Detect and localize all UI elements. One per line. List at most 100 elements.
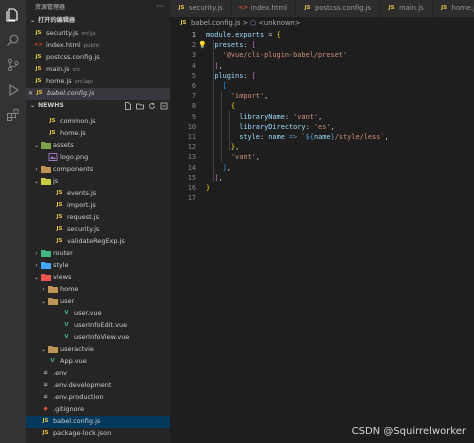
tab-label: security.js xyxy=(189,4,223,12)
folder-router-icon xyxy=(40,249,51,257)
project-header[interactable]: ⌄ NEWHS xyxy=(26,101,170,111)
tab-index-html[interactable]: <> index.html xyxy=(231,0,297,17)
code-editor[interactable]: 1 2 3 4 5 6 7 8 9 10 11 12 13 14 15 16 17 module.exports… xyxy=(170,30,474,443)
tree-item[interactable]: Vuser.vue xyxy=(26,308,170,320)
open-editor-name: index.html xyxy=(46,41,81,49)
tab-postcss-config-js[interactable]: JS postcss.config.js xyxy=(296,0,381,17)
tree-item[interactable]: JS validateRegExp.js xyxy=(26,236,170,248)
chevron-down-icon: ⌄ xyxy=(30,102,36,109)
tree-item-label: package-lock.json xyxy=(53,429,112,437)
tree-item[interactable]: V App.vue xyxy=(26,356,170,368)
line-number: 8 xyxy=(191,102,196,111)
tree-item[interactable]: JS security.js xyxy=(26,224,170,236)
open-editor-item[interactable]: JS main.js src xyxy=(26,64,170,76)
folder-home-icon xyxy=(47,285,58,293)
editor-tab-bar: JS security.js <> index.html JS postcss.con… xyxy=(170,0,474,17)
open-editor-item[interactable]: JS home.js src\api xyxy=(26,76,170,88)
env-file-icon: ≡ xyxy=(43,382,48,388)
tree-folder[interactable]: ⌄ useractvie xyxy=(26,344,170,356)
code-line-3: '@vue/cli-plugin-babel/preset' xyxy=(222,51,348,60)
extensions-icon[interactable] xyxy=(4,106,22,124)
html-file-icon: <> xyxy=(33,42,44,48)
tree-item-label: security.js xyxy=(67,225,100,233)
json-file-icon: JS xyxy=(42,430,49,436)
js-file-icon: JS xyxy=(42,418,49,424)
tree-item-label: import.js xyxy=(67,201,96,209)
tree-item[interactable]: JS import.js xyxy=(26,200,170,212)
tree-item[interactable]: ◆ .gitignore xyxy=(26,404,170,416)
open-editor-item[interactable]: <> index.html public xyxy=(26,40,170,52)
code-line-9: libraryName: 'vant', xyxy=(239,112,323,121)
tab-main-js[interactable]: JS main.js xyxy=(380,0,433,17)
tree-item[interactable]: JS common.js xyxy=(26,116,170,128)
tree-folder[interactable]: › home xyxy=(26,284,170,296)
tree-folder[interactable]: › style xyxy=(26,260,170,272)
collapse-all-icon[interactable] xyxy=(159,101,168,110)
js-file-icon: JS xyxy=(35,54,42,60)
tree-item-label: .env.production xyxy=(53,393,104,401)
tree-item[interactable]: ≡ .env xyxy=(26,368,170,380)
code-line-15: ], xyxy=(214,173,223,182)
git-file-icon: ◆ xyxy=(43,406,48,412)
image-file-icon xyxy=(47,153,58,161)
js-file-icon: JS xyxy=(56,202,63,208)
new-folder-icon[interactable] xyxy=(135,101,144,110)
tree-item[interactable]: JS package-lock.json xyxy=(26,428,170,440)
new-file-icon[interactable] xyxy=(123,101,132,110)
tab-security-js[interactable]: JS security.js xyxy=(170,0,232,17)
chevron-down-icon: ⌄ xyxy=(40,298,47,305)
chevron-down-icon: ⌄ xyxy=(33,178,40,185)
tree-folder[interactable]: › components xyxy=(26,164,170,176)
tree-item-label: userInfoEdit.vue xyxy=(74,321,128,329)
tree-item[interactable]: JS events.js xyxy=(26,188,170,200)
source-control-icon[interactable] xyxy=(4,56,22,74)
tree-item[interactable]: JS request.js xyxy=(26,212,170,224)
open-editor-name: main.js xyxy=(46,65,70,73)
tree-folder[interactable]: ⌄ views xyxy=(26,272,170,284)
env-file-icon: ≡ xyxy=(43,394,48,400)
tree-item[interactable]: JS home.js xyxy=(26,128,170,140)
more-actions-icon[interactable]: ··· xyxy=(156,2,164,12)
tree-folder[interactable]: ⌄ js xyxy=(26,176,170,188)
chevron-down-icon: ⌄ xyxy=(40,346,47,353)
open-editor-item[interactable]: JS postcss.config.js xyxy=(26,52,170,64)
folder-js-icon xyxy=(40,177,51,185)
chevron-right-icon: › xyxy=(35,262,38,269)
folder-assets-icon xyxy=(40,141,51,149)
tab-home-js[interactable]: JShome.js xyxy=(432,0,474,17)
open-editor-path: src\api xyxy=(74,79,93,85)
tree-item-label: user.vue xyxy=(74,309,102,317)
line-number: 11 xyxy=(187,133,196,141)
explorer-icon[interactable] xyxy=(4,6,22,24)
tree-item-label: user xyxy=(60,297,75,305)
refresh-icon[interactable] xyxy=(147,101,156,110)
tree-item-label: router xyxy=(53,249,73,257)
lightbulb-icon[interactable]: 💡 xyxy=(198,40,207,50)
tree-folder[interactable]: ⌄ assets xyxy=(26,140,170,152)
tree-folder[interactable]: ⌄ user xyxy=(26,296,170,308)
open-editors-label: 打开的编辑器 xyxy=(38,17,76,24)
folder-components-icon xyxy=(40,165,51,173)
open-editor-item[interactable]: JS security.js src\js xyxy=(26,28,170,40)
tree-item-label: assets xyxy=(53,141,74,149)
tree-item[interactable]: VuserInfoEdit.vue xyxy=(26,320,170,332)
breadcrumb-symbol[interactable]: <unknown> xyxy=(258,19,300,27)
js-file-icon: JS xyxy=(49,118,56,124)
tree-item[interactable]: ≡ .env.production xyxy=(26,392,170,404)
tree-item[interactable]: ≡ .env.development xyxy=(26,380,170,392)
chevron-down-icon: ⌄ xyxy=(33,274,40,281)
tree-item[interactable]: logo.png xyxy=(26,152,170,164)
run-debug-icon[interactable] xyxy=(4,81,22,99)
tree-item-active[interactable]: JS babel.config.js xyxy=(26,416,170,428)
search-icon[interactable] xyxy=(4,31,22,49)
tab-label: home.js xyxy=(451,4,474,12)
open-editors-header[interactable]: ⌄ 打开的编辑器 xyxy=(26,16,170,26)
line-number: 16 xyxy=(187,184,196,192)
tree-folder[interactable]: › router xyxy=(26,248,170,260)
folder-user-icon xyxy=(47,297,58,305)
breadcrumb-file[interactable]: babel.config.js xyxy=(191,19,240,27)
js-file-icon: JS xyxy=(304,5,311,11)
js-file-icon: JS xyxy=(441,5,448,11)
tree-item[interactable]: VuserInfoView.vue xyxy=(26,332,170,344)
open-editor-item-active[interactable]: ✕ JS babel.config.js xyxy=(26,88,170,100)
